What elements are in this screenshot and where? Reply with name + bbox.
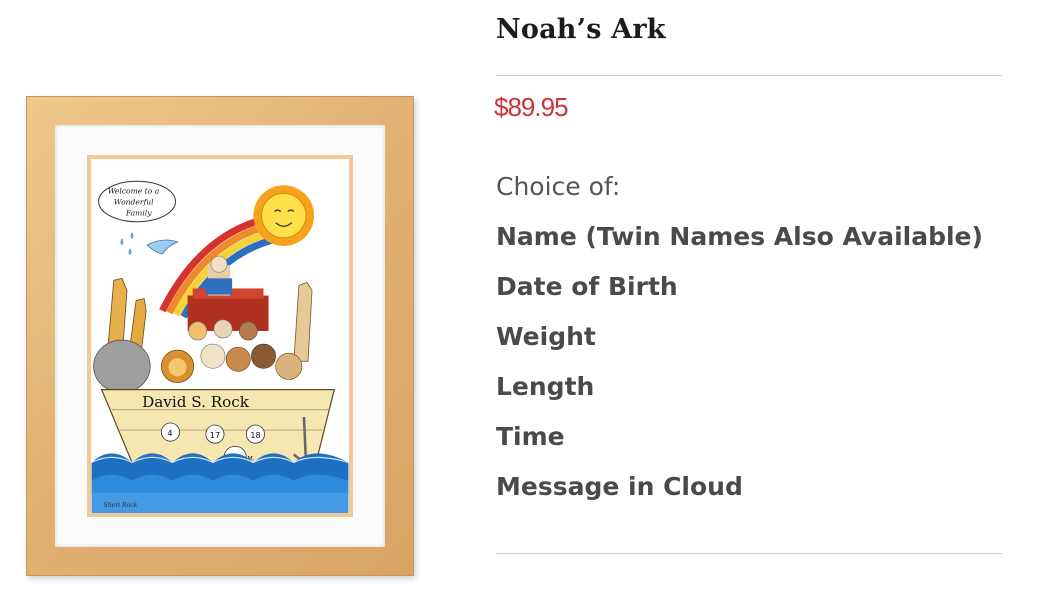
noahs-ark-artwork: Welcome to a Wonderful Family David S. R… [91,159,349,513]
ark-name: David S. Rock [142,393,250,411]
option-time: Time [496,422,565,451]
cloud-line-1: Welcome to a [108,186,160,195]
personalization-options: Choice of: Name (Twin Names Also Availab… [496,165,983,515]
option-weight: Weight [496,322,596,351]
option-date-of-birth: Date of Birth [496,272,678,301]
option-length: Length [496,372,595,401]
title-divider [496,75,1002,76]
cloud-line-2: Wonderful [114,198,154,207]
sun-icon [253,185,315,246]
choice-of-label: Choice of: [496,172,621,201]
artist-signature: Sheri Rock [104,502,138,509]
frame-mat: Welcome to a Wonderful Family David S. R… [55,125,385,547]
bottom-divider [496,553,1002,554]
option-name: Name (Twin Names Also Available) [496,222,983,251]
product-title: Noah’s Ark [496,14,666,45]
stat-length: 17 [210,430,220,440]
ark-hull: David S. Rock 4 17 18 2:21 A.M. [100,388,336,469]
option-message-in-cloud: Message in Cloud [496,472,743,501]
stat-date: 18 [250,430,260,440]
cloud-line-3: Family [125,209,152,218]
product-price: $89.95 [494,92,569,122]
message-cloud: Welcome to a Wonderful Family [98,180,177,223]
stat-weight: 4 [167,428,172,438]
artwork-border: Welcome to a Wonderful Family David S. R… [87,155,353,517]
product-image-frame[interactable]: Welcome to a Wonderful Family David S. R… [26,96,414,576]
